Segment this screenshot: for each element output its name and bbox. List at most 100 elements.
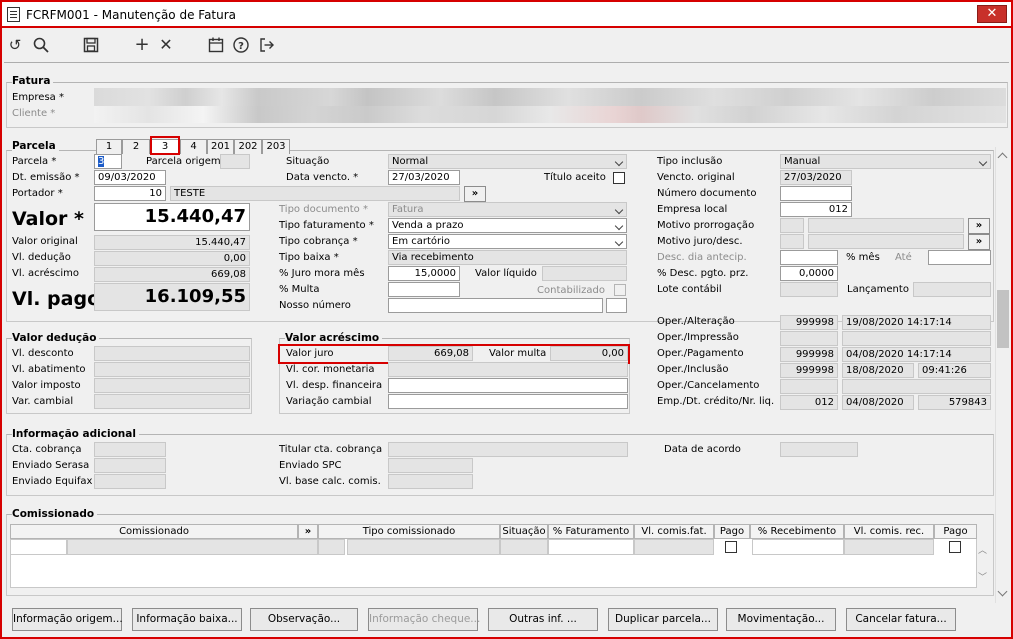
col-vl-comis-rec[interactable]: Vl. comis. rec. xyxy=(844,524,934,539)
nosso-numero-field[interactable] xyxy=(388,298,603,313)
tab-2[interactable]: 2 xyxy=(122,139,150,154)
info-baixa-button[interactable]: Informação baixa... xyxy=(132,608,242,631)
col-situacao[interactable]: Situação xyxy=(500,524,548,539)
portador-label: Portador * xyxy=(12,188,63,199)
tipo-faturamento-select[interactable]: Venda a prazo xyxy=(388,218,627,233)
scrollbar-thumb[interactable] xyxy=(997,290,1009,348)
col-tipo-comissionado[interactable]: Tipo comissionado xyxy=(318,524,500,539)
desc-dia-antecip-field[interactable] xyxy=(780,250,838,265)
tab-4[interactable]: 4 xyxy=(180,139,207,154)
tab-201[interactable]: 201 xyxy=(207,139,234,154)
tipo-baixa-label: Tipo baixa * xyxy=(279,252,339,263)
col-comissionado[interactable]: Comissionado xyxy=(10,524,298,539)
dt-credito-field: 04/08/2020 xyxy=(842,395,914,410)
pct-recebimento-cell[interactable] xyxy=(752,539,844,555)
ate-field[interactable] xyxy=(928,250,991,265)
cliente-label: Cliente * xyxy=(12,108,56,119)
vl-desp-financeira-field[interactable] xyxy=(388,378,628,393)
info-origem-button[interactable]: Informação origem... xyxy=(12,608,123,631)
cancelar-fatura-button[interactable]: Cancelar fatura... xyxy=(846,608,956,631)
title-bar: FCRFM001 - Manutenção de Fatura ✕ xyxy=(2,2,1011,28)
dt-emissao-field[interactable]: 09/03/2020 xyxy=(94,170,166,185)
vertical-scrollbar[interactable] xyxy=(995,147,1011,603)
cliente-field xyxy=(94,106,1006,123)
outras-inf-button[interactable]: Outras inf. ... xyxy=(488,608,598,631)
valor-acrescimo-title: Valor acréscimo xyxy=(285,331,383,345)
tipo-cobranca-select[interactable]: Em cartório xyxy=(388,234,627,249)
emp-code-field: 012 xyxy=(780,395,838,410)
col-pct-recebimento[interactable]: % Recebimento xyxy=(750,524,844,539)
portador-lookup-button[interactable]: » xyxy=(464,186,486,202)
juro-mora-label: % Juro mora mês xyxy=(279,268,365,279)
multa-label: % Multa xyxy=(279,284,320,295)
situacao-label: Situação xyxy=(286,156,330,167)
multa-field[interactable] xyxy=(388,282,460,297)
oper-alteracao-datetime: 19/08/2020 14:17:14 xyxy=(842,315,991,330)
help-icon[interactable]: ? xyxy=(232,36,250,54)
pct-faturamento-cell[interactable] xyxy=(548,539,634,555)
lancamento-field xyxy=(913,282,991,297)
valor-label: Valor * xyxy=(12,208,84,230)
empresa-local-field[interactable]: 012 xyxy=(780,202,852,217)
data-vencto-field[interactable]: 27/03/2020 xyxy=(388,170,460,185)
motivo-juro-lookup-button[interactable]: » xyxy=(968,234,990,250)
vl-desconto-field xyxy=(94,346,250,361)
duplicar-parcela-button[interactable]: Duplicar parcela... xyxy=(608,608,718,631)
table-scroll-up-icon[interactable]: ︿ xyxy=(978,547,987,556)
juro-mora-field[interactable]: 15,0000 xyxy=(388,266,460,281)
var-cambial-field xyxy=(94,394,250,409)
dt-emissao-label: Dt. emissão * xyxy=(12,172,80,183)
variacao-cambial-field[interactable] xyxy=(388,394,628,409)
pago-fat-checkbox[interactable] xyxy=(725,541,737,553)
col-pct-faturamento[interactable]: % Faturamento xyxy=(548,524,634,539)
numero-documento-field[interactable] xyxy=(780,186,852,201)
close-button[interactable]: ✕ xyxy=(977,5,1007,23)
observacao-button[interactable]: Observação... xyxy=(250,608,358,631)
undo-icon[interactable]: ↺ xyxy=(6,36,24,54)
add-icon[interactable]: + xyxy=(133,36,151,54)
svg-text:?: ? xyxy=(238,41,244,52)
col-pago-rec[interactable]: Pago xyxy=(934,524,977,539)
valor-imposto-label: Valor imposto xyxy=(12,380,81,391)
parcela-origem-field xyxy=(220,154,250,169)
motivo-juro-code xyxy=(780,234,804,249)
tab-1[interactable]: 1 xyxy=(96,139,122,154)
motivo-prorrogacao-lookup-button[interactable]: » xyxy=(968,218,990,234)
tab-202[interactable]: 202 xyxy=(234,139,262,154)
col-pago-fat[interactable]: Pago xyxy=(714,524,750,539)
lote-contabil-label: Lote contábil xyxy=(657,284,722,295)
delete-icon[interactable]: ✕ xyxy=(157,36,175,54)
calendar-icon[interactable] xyxy=(207,36,225,54)
info-cheque-button[interactable]: Informação cheque... xyxy=(368,608,480,631)
col-vl-comis-fat[interactable]: Vl. comis.fat. xyxy=(634,524,714,539)
comissionado-code-cell[interactable] xyxy=(10,539,67,555)
valor-field[interactable]: 15.440,47 xyxy=(94,203,250,231)
valor-liquido-label: Valor líquido xyxy=(475,268,537,279)
vl-base-field xyxy=(388,474,473,489)
window-title: FCRFM001 - Manutenção de Fatura xyxy=(26,8,237,22)
save-icon[interactable] xyxy=(82,36,100,54)
nosso-numero-digit-field[interactable] xyxy=(606,298,627,313)
contabilizado-label: Contabilizado xyxy=(537,285,606,296)
col-lookup[interactable]: » xyxy=(298,524,318,539)
vl-comis-fat-cell xyxy=(634,539,714,555)
pago-rec-checkbox[interactable] xyxy=(949,541,961,553)
vl-cor-monetaria-label: Vl. cor. monetaria xyxy=(286,364,375,375)
portador-code-field[interactable]: 10 xyxy=(94,186,166,201)
oper-alteracao-user: 999998 xyxy=(780,315,838,330)
parcela-field[interactable]: 3 xyxy=(94,154,122,169)
situacao-select[interactable]: Normal xyxy=(388,154,627,169)
exit-icon[interactable] xyxy=(258,36,276,54)
titulo-aceito-checkbox[interactable] xyxy=(613,172,625,184)
oper-inclusao-date: 18/08/2020 xyxy=(842,363,914,378)
tab-203[interactable]: 203 xyxy=(262,139,290,154)
tipo-documento-label: Tipo documento * xyxy=(279,204,368,215)
desc-pgto-field[interactable]: 0,0000 xyxy=(780,266,838,281)
ate-label: Até xyxy=(895,252,912,263)
movimentacao-button[interactable]: Movimentação... xyxy=(726,608,836,631)
table-scroll-down-icon[interactable]: ﹀ xyxy=(978,574,987,583)
tipo-inclusao-select[interactable]: Manual xyxy=(780,154,991,169)
search-icon[interactable] xyxy=(32,36,50,54)
vl-acrescimo-field: 669,08 xyxy=(94,267,250,282)
oper-pagamento-user: 999998 xyxy=(780,347,838,362)
